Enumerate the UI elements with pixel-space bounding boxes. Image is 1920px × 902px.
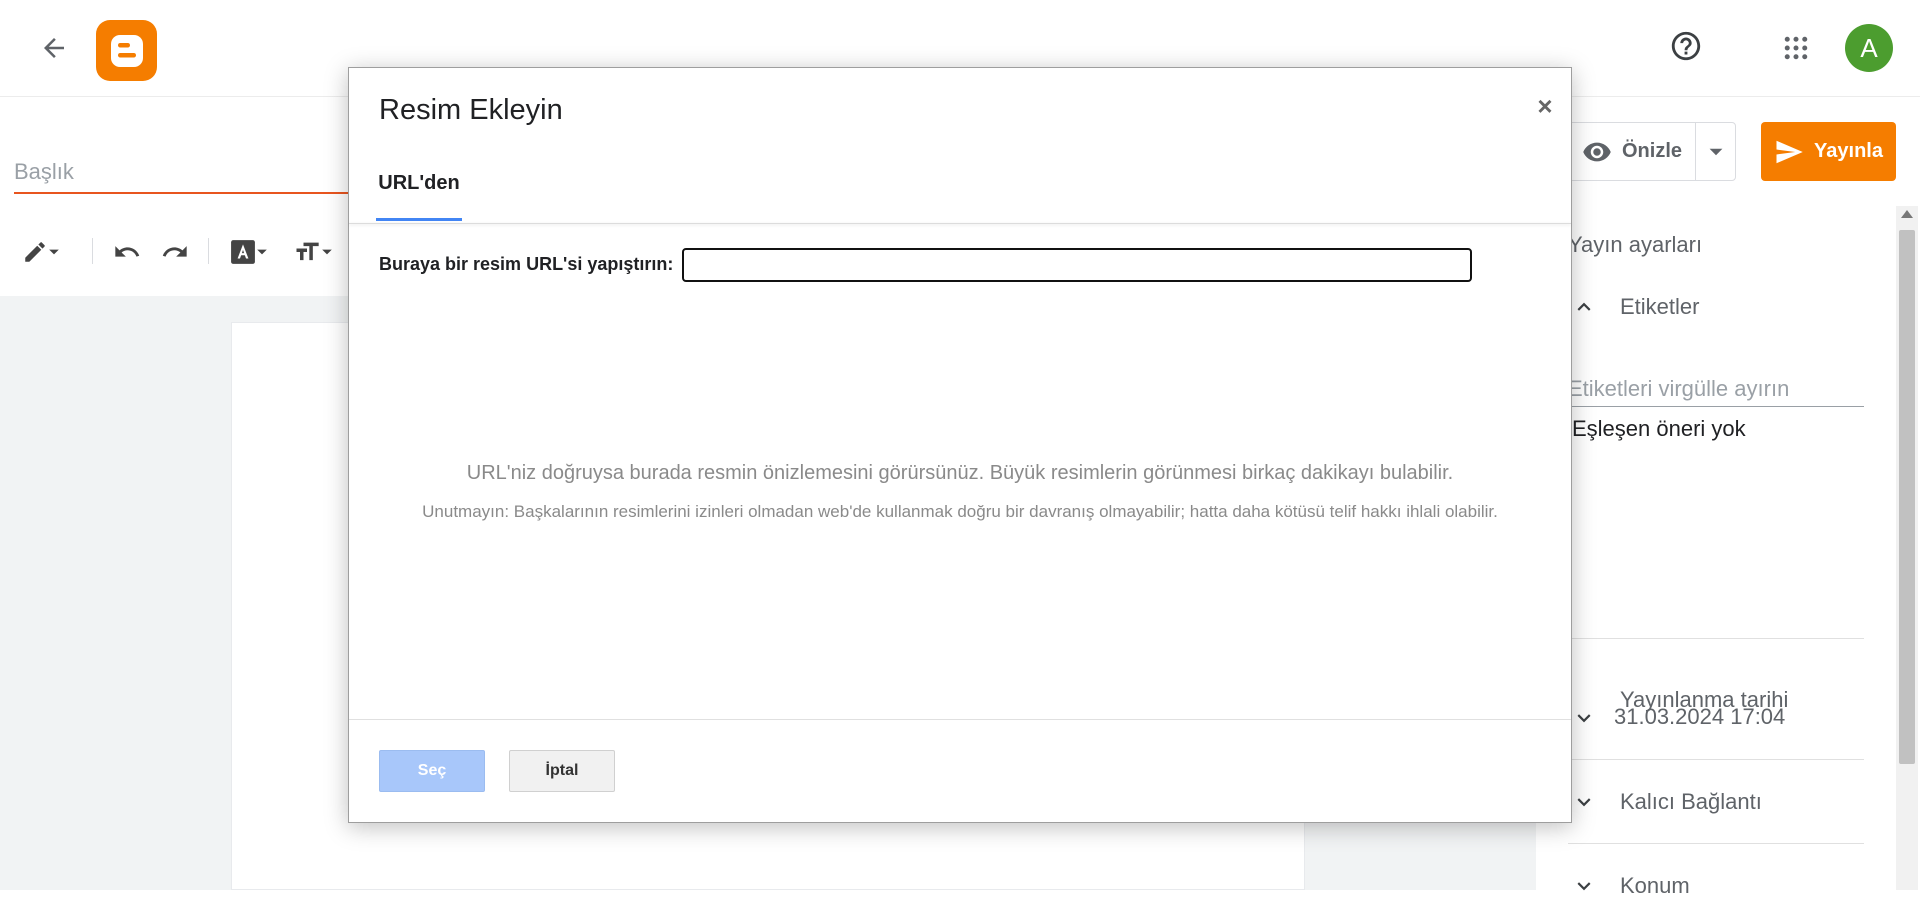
back-button[interactable] xyxy=(34,28,74,68)
compose-mode-button[interactable] xyxy=(16,236,66,268)
scroll-thumb[interactable] xyxy=(1899,230,1915,764)
text-color-button[interactable] xyxy=(226,236,272,268)
scroll-up-arrow[interactable] xyxy=(1901,210,1913,218)
post-settings-heading: Yayın ayarları xyxy=(1568,232,1703,257)
section-divider xyxy=(1568,843,1864,844)
chevron-down-icon xyxy=(322,249,332,255)
publish-label: Yayınla xyxy=(1814,140,1883,162)
sidebar-scrollbar[interactable] xyxy=(1896,206,1918,890)
send-icon xyxy=(1776,140,1803,163)
chevron-down-icon xyxy=(1577,714,1591,723)
tabs-divider xyxy=(349,223,1571,224)
editor-toolbar xyxy=(0,222,350,298)
labels-section-toggle[interactable]: Etiketler xyxy=(1568,291,1699,323)
active-tab-indicator xyxy=(376,218,462,221)
cancel-button[interactable]: İptal xyxy=(509,750,615,792)
text-color-icon xyxy=(231,240,255,264)
toolbar-divider xyxy=(92,238,93,264)
apps-button[interactable] xyxy=(1776,28,1816,68)
close-button[interactable]: × xyxy=(1531,91,1559,121)
eye-icon xyxy=(1583,142,1611,161)
pencil-icon xyxy=(25,242,45,262)
arrow-back-icon xyxy=(44,38,64,58)
tab-from-url[interactable]: URL'den xyxy=(376,172,462,222)
section-divider xyxy=(1568,638,1864,639)
chevron-down-icon xyxy=(257,249,267,255)
preview-hint-text: URL'niz doğruysa burada resmin önizlemes… xyxy=(466,462,1454,484)
preview-button-group: Önizle xyxy=(1568,122,1736,181)
location-section-toggle[interactable]: Konum xyxy=(1568,870,1690,902)
image-url-input[interactable] xyxy=(682,248,1472,282)
redo-icon xyxy=(162,246,187,257)
labels-input[interactable] xyxy=(1568,372,1864,407)
avatar[interactable]: A xyxy=(1845,24,1893,72)
blogger-logo-icon[interactable] xyxy=(96,20,157,81)
publish-date-value: 31.03.2024 17:04 xyxy=(1614,704,1786,729)
preview-label: Önizle xyxy=(1621,140,1682,162)
preview-dropdown-button[interactable] xyxy=(1695,123,1736,180)
chevron-up-icon xyxy=(1577,302,1591,311)
undo-icon xyxy=(115,246,140,257)
redo-button[interactable] xyxy=(158,236,192,268)
help-button[interactable] xyxy=(1666,26,1706,66)
location-label: Konum xyxy=(1620,873,1690,898)
undo-button[interactable] xyxy=(110,236,144,268)
labels-section-label: Etiketler xyxy=(1620,294,1700,319)
font-size-icon xyxy=(296,242,319,261)
font-size-button[interactable] xyxy=(290,236,336,268)
copyright-warning-text: Unutmayın: Başkalarının resimlerini izin… xyxy=(422,502,1498,521)
select-button[interactable]: Seç xyxy=(379,750,485,792)
no-match-text: Eşleşen öneri yok xyxy=(1572,416,1746,441)
preview-button[interactable]: Önizle xyxy=(1569,123,1695,180)
apps-grid-icon xyxy=(1784,36,1808,60)
post-title-input[interactable] xyxy=(14,152,354,194)
permalink-label: Kalıcı Bağlantı xyxy=(1620,789,1762,814)
section-divider xyxy=(1568,759,1864,760)
toolbar-divider xyxy=(208,238,209,264)
publish-button[interactable]: Yayınla xyxy=(1761,122,1896,181)
permalink-section-toggle[interactable]: Kalıcı Bağlantı xyxy=(1568,786,1762,818)
chevron-down-icon xyxy=(1577,798,1591,807)
dialog-title: Resim Ekleyin xyxy=(379,94,563,126)
insert-image-dialog: Resim Ekleyin × URL'den Buraya bir resim… xyxy=(348,67,1572,823)
chevron-down-icon xyxy=(1709,148,1723,155)
chevron-down-icon xyxy=(1577,882,1591,891)
url-field-label: Buraya bir resim URL'si yapıştırın: xyxy=(379,254,674,274)
chevron-down-icon xyxy=(49,249,59,255)
dialog-footer-divider xyxy=(349,719,1571,720)
help-circle-icon xyxy=(1671,31,1701,61)
